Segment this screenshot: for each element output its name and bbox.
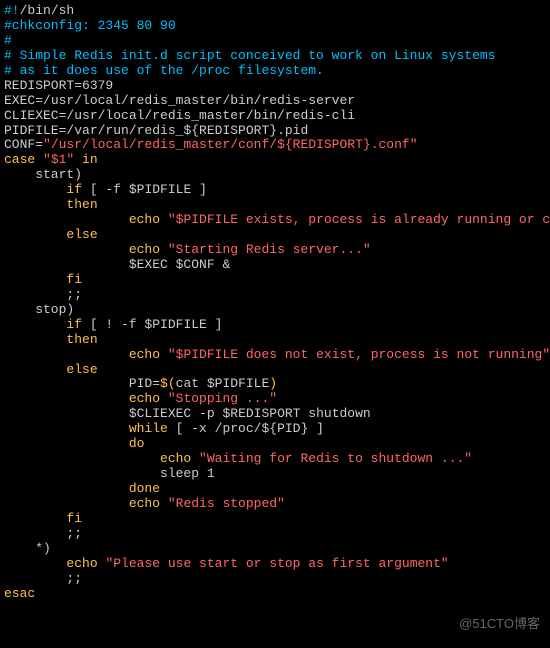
terminal-output: #!/bin/sh #chkconfig: 2345 80 90 # # Sim… [4,4,546,602]
code-line: echo "Redis stopped" [4,497,546,512]
code-line: PIDFILE=/var/run/redis_${REDISPORT}.pid [4,124,546,139]
code-line: EXEC=/usr/local/redis_master/bin/redis-s… [4,94,546,109]
code-line: then [4,198,546,213]
watermark: @51CTO博客 [459,617,540,632]
code-line: esac [4,587,546,602]
code-line: do [4,437,546,452]
code-line: CLIEXEC=/usr/local/redis_master/bin/redi… [4,109,546,124]
code-line: then [4,333,546,348]
code-line: if [ ! -f $PIDFILE ] [4,318,546,333]
code-line: # as it does use of the /proc filesystem… [4,64,546,79]
code-line: echo "Stopping ..." [4,392,546,407]
code-line: stop) [4,303,546,318]
code-line: #!/bin/sh [4,4,546,19]
code-line: PID=$(cat $PIDFILE) [4,377,546,392]
code-line: while [ -x /proc/${PID} ] [4,422,546,437]
code-line: start) [4,168,546,183]
code-line: $CLIEXEC -p $REDISPORT shutdown [4,407,546,422]
code-line: # [4,34,546,49]
code-line: if [ -f $PIDFILE ] [4,183,546,198]
code-line: # Simple Redis init.d script conceived t… [4,49,546,64]
code-line: echo "$PIDFILE exists, process is alread… [4,213,546,228]
code-line: echo "Starting Redis server..." [4,243,546,258]
code-line: $EXEC $CONF & [4,258,546,273]
code-line: CONF="/usr/local/redis_master/conf/${RED… [4,138,546,153]
code-line: echo "Waiting for Redis to shutdown ..." [4,452,546,467]
code-line: ;; [4,527,546,542]
code-line: echo "$PIDFILE does not exist, process i… [4,348,546,363]
code-line: #chkconfig: 2345 80 90 [4,19,546,34]
code-line: *) [4,542,546,557]
code-line: sleep 1 [4,467,546,482]
code-line: fi [4,512,546,527]
code-line: else [4,228,546,243]
code-line: fi [4,273,546,288]
code-line: case "$1" in [4,153,546,168]
code-line: REDISPORT=6379 [4,79,546,94]
code-line: ;; [4,288,546,303]
code-line: ;; [4,572,546,587]
code-line: echo "Please use start or stop as first … [4,557,546,572]
code-line: else [4,363,546,378]
code-line: done [4,482,546,497]
